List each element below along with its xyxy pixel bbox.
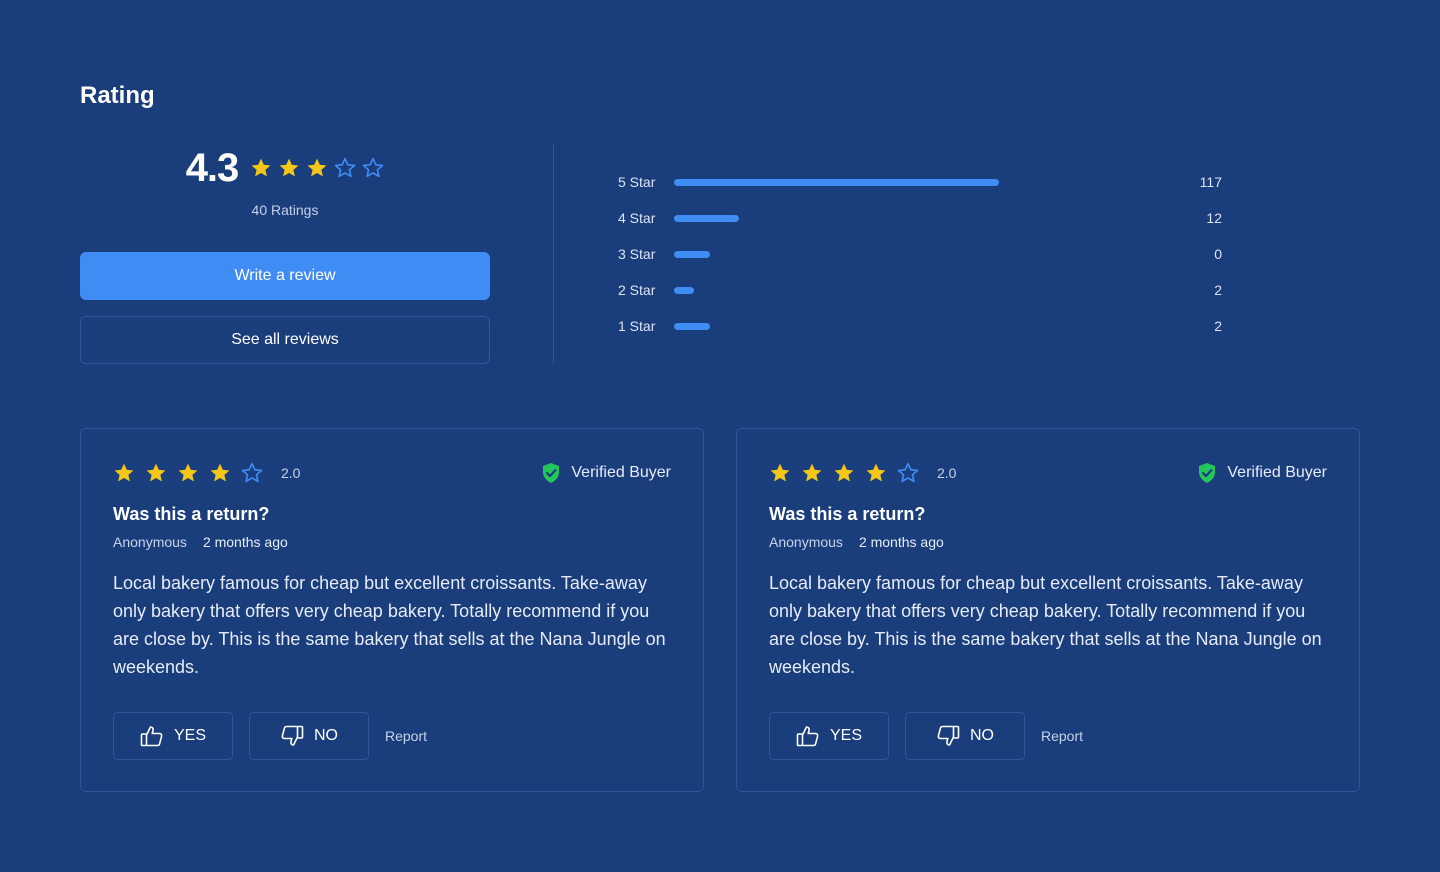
star-filled-icon — [306, 157, 328, 179]
thumbs-up-icon — [140, 726, 163, 747]
review-card: 2.0 Verified Buyer Was this a return? An… — [736, 428, 1360, 792]
star-filled-icon — [865, 462, 887, 484]
yes-label: YES — [173, 727, 206, 744]
rating-breakdown: 5 Star 117 4 Star 12 3 Star 0 2 Star 2 1… — [618, 164, 1222, 344]
verified-badge: Verified Buyer — [541, 462, 671, 484]
divider — [553, 144, 554, 364]
review-time: 2 months ago — [202, 534, 288, 550]
breakdown-count: 117 — [1199, 174, 1222, 190]
breakdown-count: 2 — [1214, 282, 1222, 298]
shield-check-icon — [543, 463, 560, 483]
star-filled-icon — [113, 462, 135, 484]
star-filled-icon — [145, 462, 167, 484]
star-filled-icon — [177, 462, 199, 484]
breakdown-count: 0 — [1214, 246, 1222, 262]
report-link[interactable]: Report — [385, 728, 427, 744]
breakdown-bar — [674, 286, 694, 294]
star-filled-icon — [278, 157, 300, 179]
thumbs-down-icon — [281, 725, 304, 746]
star-outline-icon — [334, 157, 356, 179]
verified-badge: Verified Buyer — [1197, 462, 1327, 484]
yes-label: YES — [829, 727, 862, 744]
breakdown-bar — [674, 322, 710, 330]
breakdown-bar — [674, 178, 999, 186]
review-stars — [113, 462, 263, 484]
review-rating: 2.0 — [281, 465, 301, 481]
helpful-no-button[interactable]: NO — [249, 712, 369, 760]
review-author: Anonymous — [113, 534, 187, 550]
star-outline-icon — [241, 462, 263, 484]
no-label: NO — [314, 727, 338, 744]
verified-label: Verified Buyer — [1227, 464, 1327, 481]
helpful-yes-button[interactable]: YES — [113, 712, 233, 760]
see-all-reviews-button[interactable]: See all reviews — [80, 316, 490, 364]
review-stars — [769, 462, 919, 484]
breakdown-label: 2 Star — [618, 282, 656, 298]
review-rating: 2.0 — [937, 465, 957, 481]
review-body: Local bakery famous for cheap but excell… — [113, 573, 666, 677]
review-author: Anonymous — [769, 534, 843, 550]
star-filled-icon — [833, 462, 855, 484]
breakdown-row-4: 4 Star 12 — [618, 200, 1222, 236]
rating-summary: 4.3 40 Ratings Write a review See all re… — [80, 140, 490, 364]
thumbs-up-icon — [796, 726, 819, 747]
breakdown-row-5: 5 Star 117 — [618, 164, 1222, 200]
breakdown-label: 4 Star — [618, 210, 656, 226]
verified-label: Verified Buyer — [571, 464, 671, 481]
review-question: Was this a return? — [113, 504, 270, 524]
breakdown-count: 2 — [1214, 318, 1222, 334]
review-card: 2.0 Verified Buyer Was this a return? An… — [80, 428, 704, 792]
breakdown-row-3: 3 Star 0 — [618, 236, 1222, 272]
star-filled-icon — [250, 157, 272, 179]
star-filled-icon — [209, 462, 231, 484]
breakdown-row-2: 2 Star 2 — [618, 272, 1222, 308]
star-filled-icon — [801, 462, 823, 484]
review-meta: Anonymous 2 months ago — [113, 534, 288, 550]
breakdown-bar — [674, 250, 710, 258]
shield-check-icon — [1199, 463, 1216, 483]
breakdown-label: 5 Star — [618, 174, 656, 190]
page-title: Rating — [80, 82, 155, 109]
average-score: 4.3 — [185, 145, 240, 190]
thumbs-down-icon — [937, 725, 960, 746]
star-outline-icon — [362, 157, 384, 179]
breakdown-count: 12 — [1206, 210, 1222, 226]
review-question: Was this a return? — [769, 504, 926, 524]
breakdown-row-1: 1 Star 2 — [618, 308, 1222, 344]
star-filled-icon — [769, 462, 791, 484]
star-outline-icon — [897, 462, 919, 484]
review-time: 2 months ago — [858, 534, 944, 550]
ratings-count: 40 Ratings — [251, 202, 319, 218]
breakdown-label: 1 Star — [618, 318, 656, 334]
no-label: NO — [970, 727, 994, 744]
breakdown-bar — [674, 214, 739, 222]
breakdown-label: 3 Star — [618, 246, 656, 262]
review-meta: Anonymous 2 months ago — [769, 534, 944, 550]
helpful-no-button[interactable]: NO — [905, 712, 1025, 760]
summary-stars — [250, 157, 384, 179]
report-link[interactable]: Report — [1041, 728, 1083, 744]
review-body: Local bakery famous for cheap but excell… — [769, 573, 1322, 677]
write-review-button[interactable]: Write a review — [80, 252, 490, 300]
helpful-yes-button[interactable]: YES — [769, 712, 889, 760]
